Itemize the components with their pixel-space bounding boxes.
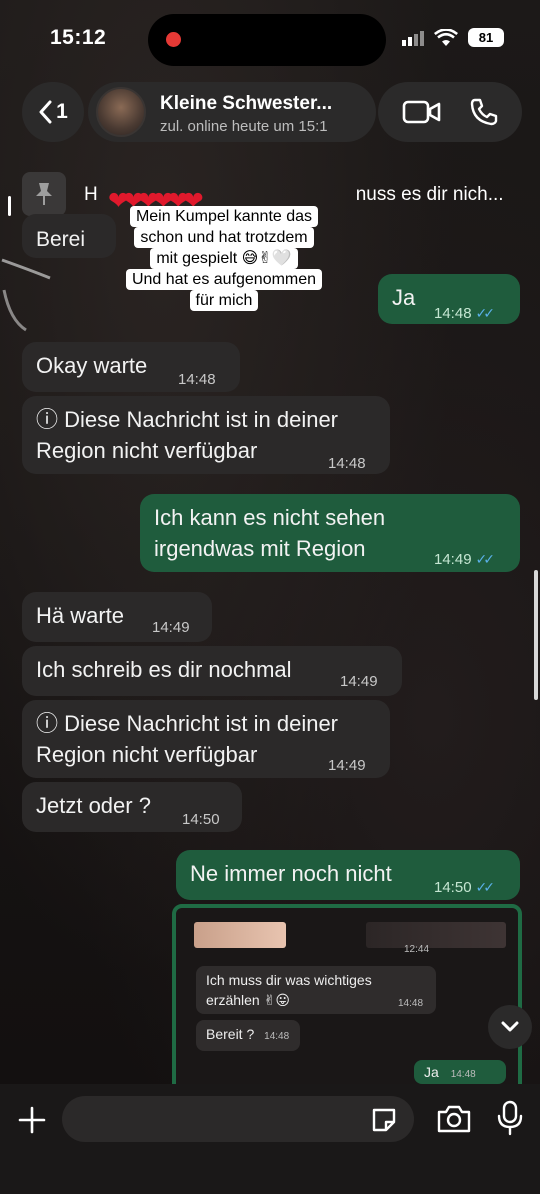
contact-info-button[interactable]: Kleine Schwester... zul. online heute um… [88,82,376,142]
pinned-indicator [8,196,11,216]
message-composer [0,1084,540,1194]
embedded-message: Bereit ? 14:48 [196,1020,300,1051]
message-text: Okay warte [36,353,148,378]
message-bubble-incoming[interactable]: Ich schreib es dir nochmal 14:49 [22,646,402,696]
message-time: 14:49 [340,673,378,690]
microphone-icon [497,1100,523,1136]
dynamic-island [148,14,386,66]
attach-button[interactable] [14,1102,50,1138]
wifi-icon [434,28,458,46]
battery-indicator: 81 [468,28,504,47]
message-text: Ich kann es nicht sehen irgendwas mit Re… [154,505,386,561]
unread-count: 1 [56,100,68,123]
overlay-caption: Mein Kumpel kannte das schon und hat tro… [94,206,354,311]
read-ticks-icon: ✓✓ [475,879,496,895]
message-time: 14:48 ✓✓ [434,305,496,322]
message-bubble-incoming[interactable]: ⓘ Diese Nachricht ist in deiner Region n… [22,396,390,474]
plus-icon [18,1106,46,1134]
message-time: 14:50 [182,811,220,828]
caption-line: Und hat es aufgenommen [125,269,323,290]
message-input[interactable] [62,1096,414,1142]
sticker-icon [372,1108,396,1132]
message-text: Hä warte [36,603,125,628]
phone-call-icon[interactable] [469,97,499,127]
status-time: 15:12 [50,26,107,49]
cellular-signal-icon [402,30,424,46]
chat-header: 1 Kleine Schwester... zul. online heute … [0,80,540,146]
sticker-button[interactable] [370,1106,398,1139]
message-bubble-incoming[interactable]: ⓘ Diese Nachricht ist in deiner Region n… [22,700,390,778]
message-bubble-outgoing[interactable]: Ja 14:48 ✓✓ [378,274,520,324]
message-text: Jetzt oder ? [36,793,151,818]
voice-message-button[interactable] [496,1100,524,1141]
status-bar: 15:12 81 [0,0,540,80]
call-actions [378,82,522,142]
camera-button[interactable] [436,1104,472,1139]
message-text: Ja [392,285,416,310]
message-time: 14:50 ✓✓ [434,879,496,896]
message-bubble-outgoing[interactable]: Ne immer noch nicht 14:50 ✓✓ [176,850,520,900]
system-icons: 81 [402,28,504,47]
message-time: 14:49 [328,757,366,774]
pin-icon [22,172,66,216]
embedded-time: 12:44 [404,944,430,955]
message-time: 14:49 [152,619,190,636]
contact-name: Kleine Schwester... [160,93,333,114]
caption-line: für mich [189,290,259,311]
message-text: Ne immer noch nicht [190,861,392,886]
message-bubble-incoming[interactable]: Okay warte 14:48 [22,342,240,392]
caption-line: Mein Kumpel kannte das [129,206,319,227]
back-button[interactable]: 1 [22,82,84,142]
recording-indicator-icon [166,32,181,47]
scrollbar[interactable] [534,570,538,700]
read-ticks-icon: ✓✓ [475,551,496,567]
message-text: ⓘ Diese Nachricht ist in deiner Region n… [36,711,339,767]
message-bubble-incoming[interactable]: Hä warte 14:49 [22,592,212,642]
embedded-photo [366,922,506,948]
message-time: 14:48 [178,371,216,388]
caption-line: schon und hat trotzdem [134,227,314,248]
message-time: 14:48 [328,455,366,472]
embedded-photo [194,922,286,948]
contact-last-seen: zul. online heute um 15:1 [160,118,328,135]
image-message-screenshot[interactable]: 12:44 Ich muss dir was wichtiges erzähle… [172,904,522,1094]
video-call-icon[interactable] [402,99,442,125]
camera-icon [437,1105,471,1133]
read-ticks-icon: ✓✓ [475,305,496,321]
message-time: 14:49 ✓✓ [434,551,496,568]
message-bubble-outgoing[interactable]: Ich kann es nicht sehen irgendwas mit Re… [140,494,520,572]
chevron-left-icon [39,100,52,124]
message-text: Berei [36,228,86,251]
caption-line: mit gespielt 😅✌🤍 [150,248,298,269]
message-bubble-incoming[interactable]: Jetzt oder ? 14:50 [22,782,242,832]
avatar [96,87,146,137]
scroll-to-bottom-button[interactable] [488,1005,532,1049]
message-text: Ich schreib es dir nochmal [36,657,292,682]
chevron-down-icon [501,1021,519,1032]
message-text: ⓘ Diese Nachricht ist in deiner Region n… [36,407,339,463]
embedded-message: Ich muss dir was wichtiges erzählen ✌😛 1… [196,966,436,1014]
embedded-message: Ja 14:48 [414,1060,506,1084]
